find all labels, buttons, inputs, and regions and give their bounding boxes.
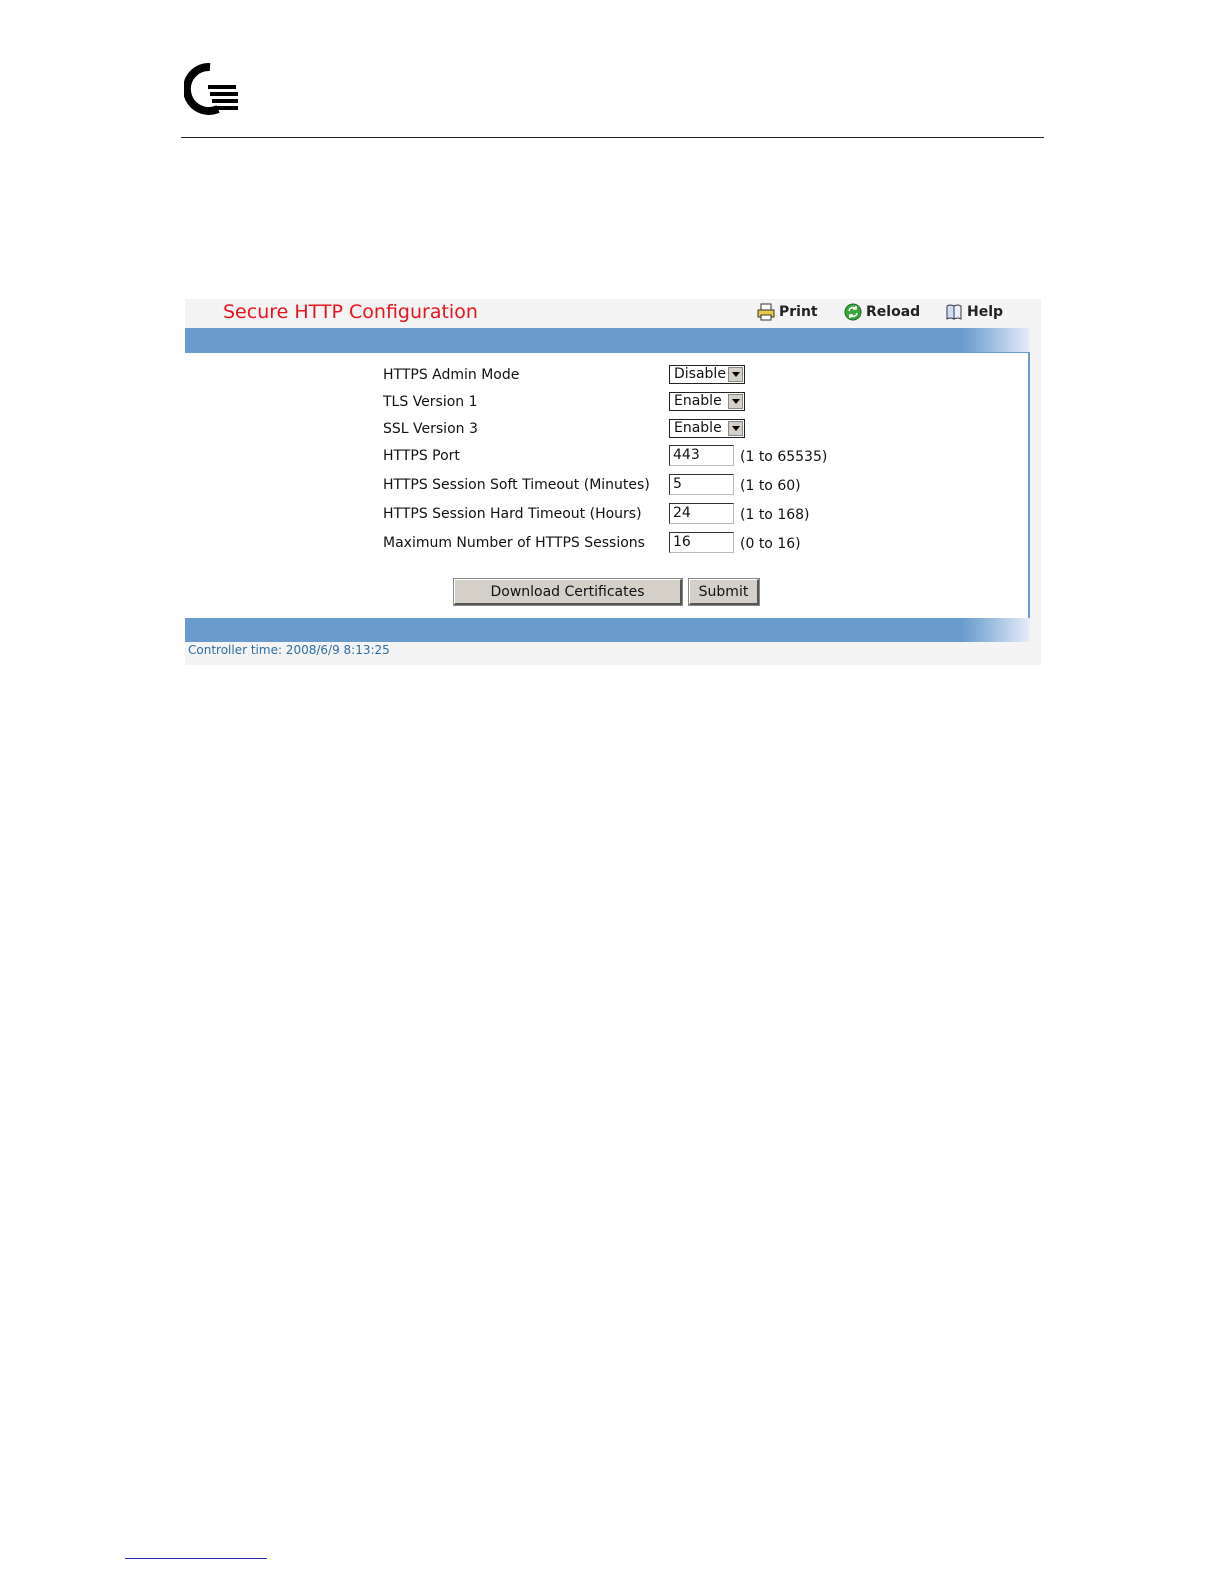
soft-timeout-label: HTTPS Session Soft Timeout (Minutes) bbox=[383, 477, 650, 493]
header-bar bbox=[185, 328, 1030, 352]
max-sessions-input[interactable]: 16 bbox=[669, 532, 734, 553]
hard-timeout-range: (1 to 168) bbox=[740, 507, 810, 523]
hard-timeout-input[interactable]: 24 bbox=[669, 503, 734, 524]
https-port-range: (1 to 65535) bbox=[740, 449, 828, 465]
ssl-version-3-value: Enable bbox=[674, 420, 722, 436]
soft-timeout-range: (1 to 60) bbox=[740, 478, 801, 494]
tls-version-1-label: TLS Version 1 bbox=[383, 394, 478, 410]
chevron-down-icon[interactable] bbox=[728, 367, 743, 382]
controller-time: Controller time: 2008/6/9 8:13:25 bbox=[188, 643, 390, 657]
help-button[interactable]: Help bbox=[945, 303, 1003, 321]
max-sessions-label: Maximum Number of HTTPS Sessions bbox=[383, 535, 645, 551]
help-book-icon bbox=[946, 304, 962, 320]
reload-icon bbox=[844, 303, 862, 321]
reload-label: Reload bbox=[866, 304, 921, 320]
tls-version-1-value: Enable bbox=[674, 393, 722, 409]
hard-timeout-row: HTTPS Session Hard Timeout (Hours) 24 (1… bbox=[383, 503, 983, 527]
print-button[interactable]: Print bbox=[757, 303, 818, 321]
ssl-version-3-label: SSL Version 3 bbox=[383, 421, 478, 437]
soft-timeout-row: HTTPS Session Soft Timeout (Minutes) 5 (… bbox=[383, 474, 983, 498]
print-label: Print bbox=[779, 304, 818, 320]
https-port-label: HTTPS Port bbox=[383, 448, 460, 464]
page-title: Secure HTTP Configuration bbox=[223, 301, 478, 323]
hard-timeout-label: HTTPS Session Hard Timeout (Hours) bbox=[383, 506, 642, 522]
chevron-down-icon[interactable] bbox=[728, 394, 743, 409]
https-port-input[interactable]: 443 bbox=[669, 445, 734, 466]
header-divider bbox=[181, 137, 1044, 138]
company-logo-icon bbox=[184, 63, 238, 115]
submit-button[interactable]: Submit bbox=[688, 578, 760, 606]
https-admin-mode-select[interactable]: Disable bbox=[669, 365, 745, 384]
tls-version-1-row: TLS Version 1 Enable bbox=[383, 391, 983, 415]
https-admin-mode-label: HTTPS Admin Mode bbox=[383, 367, 520, 383]
tls-version-1-select[interactable]: Enable bbox=[669, 392, 745, 411]
ssl-version-3-select[interactable]: Enable bbox=[669, 419, 745, 438]
max-sessions-range: (0 to 16) bbox=[740, 536, 801, 552]
help-label: Help bbox=[967, 304, 1004, 320]
config-panel: Secure HTTP Configuration Print Reload H… bbox=[185, 299, 1041, 665]
https-port-row: HTTPS Port 443 (1 to 65535) bbox=[383, 445, 983, 469]
soft-timeout-input[interactable]: 5 bbox=[669, 474, 734, 495]
ssl-version-3-row: SSL Version 3 Enable bbox=[383, 418, 983, 442]
printer-icon bbox=[757, 303, 775, 321]
download-certificates-button[interactable]: Download Certificates bbox=[453, 578, 683, 606]
reload-button[interactable]: Reload bbox=[844, 303, 920, 321]
footer-divider bbox=[125, 1558, 267, 1559]
max-sessions-row: Maximum Number of HTTPS Sessions 16 (0 t… bbox=[383, 532, 983, 556]
https-admin-mode-value: Disable bbox=[674, 366, 726, 382]
chevron-down-icon[interactable] bbox=[728, 421, 743, 436]
footer-bar bbox=[185, 618, 1030, 642]
https-admin-mode-row: HTTPS Admin Mode Disable bbox=[383, 364, 983, 388]
